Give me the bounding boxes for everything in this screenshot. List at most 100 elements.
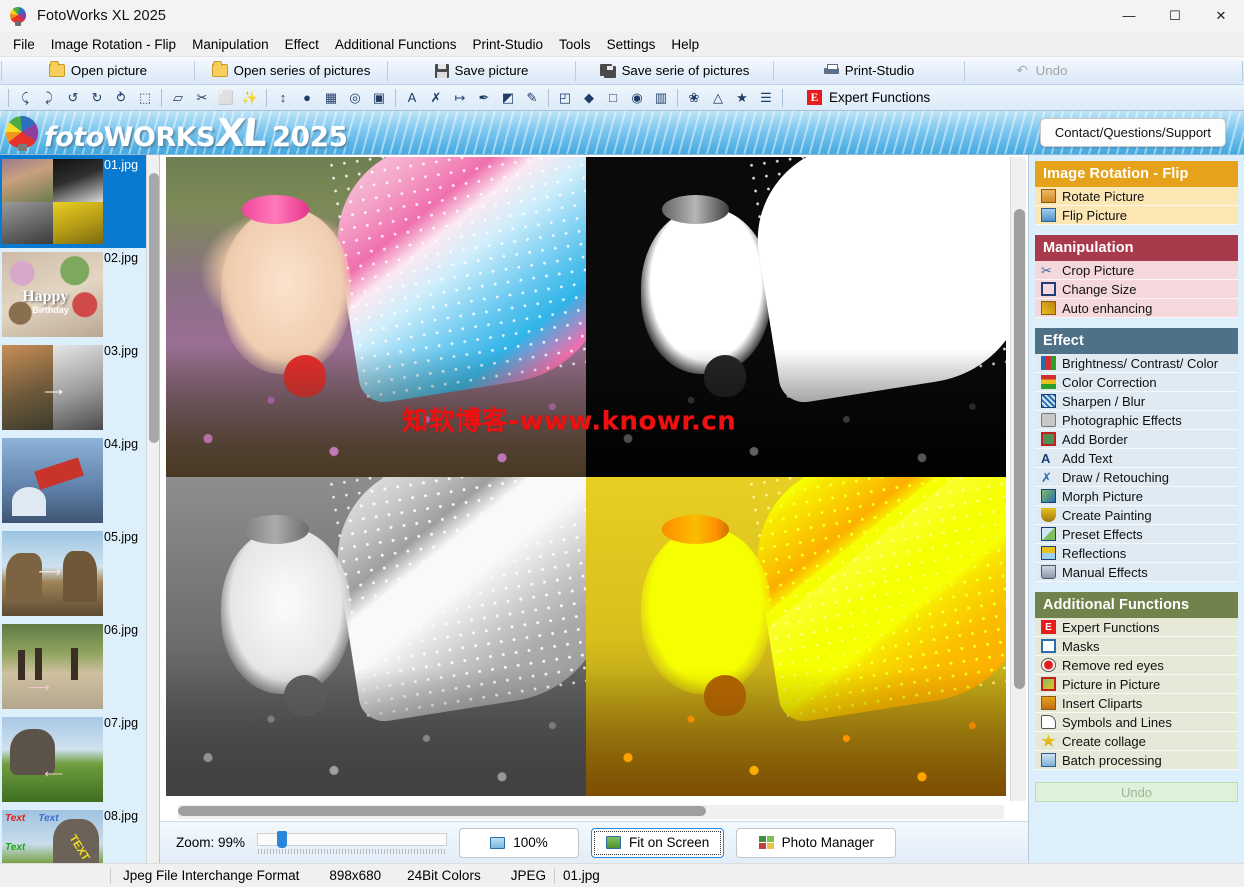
function-item-rotate-picture[interactable]: Rotate Picture — [1035, 187, 1238, 206]
thumbnail-item-06-jpg[interactable]: ⟶ 06.jpg — [0, 620, 146, 713]
masks-icon[interactable]: □ — [601, 87, 625, 109]
flip-vertical-icon[interactable]: ⬚ — [133, 87, 157, 109]
change-size-icon[interactable]: ⬜ — [214, 87, 238, 109]
menu-item-additional-functions[interactable]: Additional Functions — [327, 35, 465, 54]
function-item-morph-picture[interactable]: Morph Picture — [1035, 487, 1238, 506]
create-collage-icon[interactable]: ★ — [730, 87, 754, 109]
menu-item-print-studio[interactable]: Print-Studio — [465, 35, 552, 54]
save-picture-button[interactable]: Save picture — [389, 58, 574, 84]
canvas-hscroll-thumb[interactable] — [178, 806, 706, 816]
photo-manager-button[interactable]: Photo Manager — [736, 827, 897, 858]
function-item-photographic-effects[interactable]: Photographic Effects — [1035, 411, 1238, 430]
brightness-contrast-icon[interactable]: ↕ — [271, 87, 295, 109]
function-item-remove-red-eyes[interactable]: Remove red eyes — [1035, 656, 1238, 675]
zoom-slider[interactable] — [257, 830, 448, 855]
thumbnail-item-07-jpg[interactable]: ⟵ 07.jpg — [0, 713, 146, 806]
save-serie-button[interactable]: Save serie of pictures — [577, 58, 772, 84]
rotate-left-90-icon[interactable]: ⤹ — [13, 87, 37, 109]
function-item-sharpen-blur[interactable]: Sharpen / Blur — [1035, 392, 1238, 411]
open-picture-button[interactable]: Open picture — [3, 58, 193, 84]
menu-item-manipulation[interactable]: Manipulation — [184, 35, 277, 54]
canvas-horizontal-scrollbar[interactable] — [178, 805, 1004, 819]
function-item-add-border[interactable]: Add Border — [1035, 430, 1238, 449]
function-item-expert-functions[interactable]: E Expert Functions — [1035, 618, 1238, 637]
flip-horizontal-icon[interactable]: ⥁ — [109, 87, 133, 109]
remove-red-eyes-icon[interactable]: ◉ — [625, 87, 649, 109]
rotate-cw-icon[interactable]: ↻ — [85, 87, 109, 109]
function-item-change-size[interactable]: Change Size — [1035, 280, 1238, 299]
thumbnail-item-01-jpg[interactable]: 01.jpg — [0, 155, 146, 248]
open-series-button[interactable]: Open series of pictures — [196, 58, 386, 84]
close-button[interactable]: ✕ — [1198, 0, 1244, 32]
thumbnail-item-08-jpg[interactable]: TextTextTextTextTEXT08.jpg — [0, 806, 146, 863]
contact-support-button[interactable]: Contact/Questions/Support — [1039, 118, 1226, 147]
thumbnail-scrollbar[interactable] — [146, 155, 159, 863]
function-item-insert-cliparts[interactable]: Insert Cliparts — [1035, 694, 1238, 713]
menu-item-file[interactable]: File — [5, 35, 43, 54]
function-item-color-correction[interactable]: Color Correction — [1035, 373, 1238, 392]
thumbnail-image[interactable]: TextTextTextTextTEXT — [2, 810, 103, 863]
thumbnail-image[interactable] — [2, 438, 103, 523]
perspective-icon[interactable]: ▱ — [166, 87, 190, 109]
expert-functions-button[interactable]: E Expert Functions — [801, 87, 936, 109]
symbols-and-lines-icon[interactable]: △ — [706, 87, 730, 109]
maximize-button[interactable]: ☐ — [1152, 0, 1198, 32]
rotate-ccw-icon[interactable]: ↺ — [61, 87, 85, 109]
zoom-slider-thumb[interactable] — [277, 830, 288, 848]
menu-item-help[interactable]: Help — [663, 35, 707, 54]
thumbnail-image[interactable]: Happy Birthday — [2, 252, 103, 337]
draw-retouching-icon[interactable]: ✗ — [424, 87, 448, 109]
canvas-vertical-scrollbar[interactable] — [1010, 157, 1026, 801]
menu-item-image-rotation-flip[interactable]: Image Rotation - Flip — [43, 35, 184, 54]
reflections-icon[interactable]: ◰ — [553, 87, 577, 109]
function-item-reflections[interactable]: Reflections — [1035, 544, 1238, 563]
function-item-batch-processing[interactable]: Batch processing — [1035, 751, 1238, 770]
morph-picture-icon[interactable]: ↦ — [448, 87, 472, 109]
function-item-create-collage[interactable]: Create collage — [1035, 732, 1238, 751]
fit-on-screen-button[interactable]: Fit on Screen — [591, 827, 725, 858]
zoom-100-button[interactable]: 100% — [459, 827, 580, 858]
rotate-right-90-icon[interactable]: ⤸ — [37, 87, 61, 109]
function-item-create-painting[interactable]: Create Painting — [1035, 506, 1238, 525]
function-item-preset-effects[interactable]: Preset Effects — [1035, 525, 1238, 544]
canvas-vscroll-thumb[interactable] — [1014, 209, 1025, 689]
thumbnail-item-04-jpg[interactable]: 04.jpg — [0, 434, 146, 527]
menu-item-settings[interactable]: Settings — [599, 35, 664, 54]
thumbnail-image[interactable]: ⟶ — [2, 531, 103, 616]
preset-effects-icon[interactable]: ◩ — [496, 87, 520, 109]
crop-scissors-icon[interactable]: ✂ — [190, 87, 214, 109]
auto-enhance-wand-icon[interactable]: ✨ — [238, 87, 262, 109]
function-item-flip-picture[interactable]: Flip Picture — [1035, 206, 1238, 225]
thumbnail-image[interactable]: ⟶ — [2, 345, 103, 430]
picture-in-picture-icon[interactable]: ▥ — [649, 87, 673, 109]
thumbnail-image[interactable]: ⟶ — [2, 624, 103, 709]
function-item-crop-picture[interactable]: ✂ Crop Picture — [1035, 261, 1238, 280]
add-border-icon[interactable]: ▣ — [367, 87, 391, 109]
sharpen-blur-icon[interactable]: ▦ — [319, 87, 343, 109]
print-studio-button[interactable]: Print-Studio — [775, 58, 963, 84]
thumbnail-list[interactable]: 01.jpg Happy Birthday 02.jpg ⟶ 03.jpg 04.jpg ⟶ 0… — [0, 155, 146, 863]
color-correction-icon[interactable]: ● — [295, 87, 319, 109]
batch-processing-icon[interactable]: ☰ — [754, 87, 778, 109]
photographic-effects-icon[interactable]: ◎ — [343, 87, 367, 109]
insert-cliparts-icon[interactable]: ❀ — [682, 87, 706, 109]
function-item-symbols-and-lines[interactable]: Symbols and Lines — [1035, 713, 1238, 732]
function-item-brightness-contrast-color[interactable]: Brightness/ Contrast/ Color — [1035, 354, 1238, 373]
function-item-manual-effects[interactable]: Manual Effects — [1035, 563, 1238, 582]
create-painting-icon[interactable]: ✒ — [472, 87, 496, 109]
menu-item-tools[interactable]: Tools — [551, 35, 599, 54]
menu-item-effect[interactable]: Effect — [277, 35, 327, 54]
thumbnail-item-02-jpg[interactable]: Happy Birthday 02.jpg — [0, 248, 146, 341]
function-item-auto-enhancing[interactable]: Auto enhancing — [1035, 299, 1238, 318]
manual-effects-icon[interactable]: ✎ — [520, 87, 544, 109]
thumbnail-image[interactable] — [2, 159, 103, 244]
fill-bucket-icon[interactable]: ◆ — [577, 87, 601, 109]
function-item-picture-in-picture[interactable]: Picture in Picture — [1035, 675, 1238, 694]
thumbnail-item-03-jpg[interactable]: ⟶ 03.jpg — [0, 341, 146, 434]
image-canvas[interactable]: 知软博客-www.knowr.cn — [166, 157, 1006, 796]
thumbnail-item-05-jpg[interactable]: ⟶ 05.jpg — [0, 527, 146, 620]
thumbnail-image[interactable]: ⟵ — [2, 717, 103, 802]
minimize-button[interactable]: — — [1106, 0, 1152, 32]
function-item-add-text[interactable]: A Add Text — [1035, 449, 1238, 468]
add-text-icon[interactable]: A — [400, 87, 424, 109]
